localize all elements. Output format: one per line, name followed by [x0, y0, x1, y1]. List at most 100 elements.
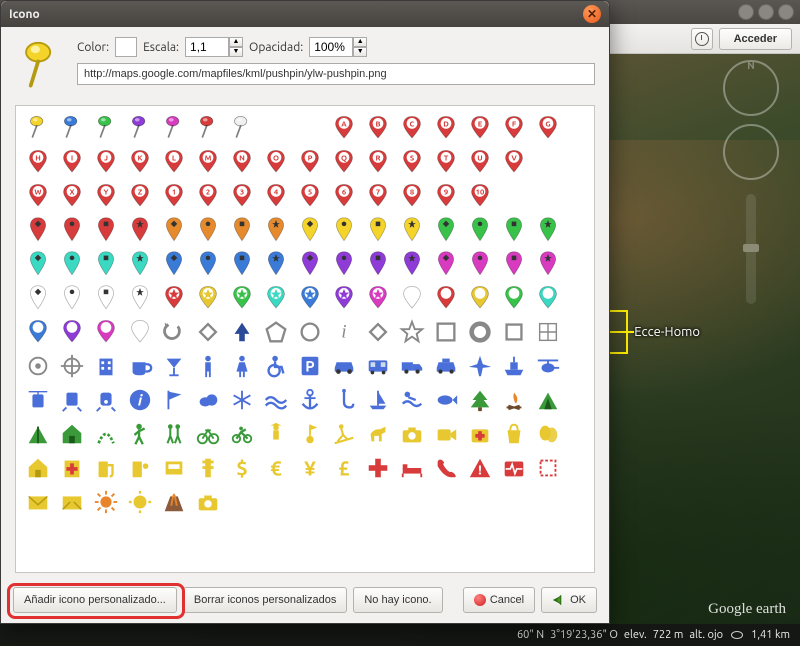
icon-swim[interactable]	[396, 384, 428, 416]
icon-paddle-X[interactable]: X	[56, 180, 88, 212]
icon-blank[interactable]	[260, 112, 292, 144]
icon-blank[interactable]	[532, 146, 564, 178]
icon-paddle-J[interactable]: J	[90, 146, 122, 178]
icon-cloud[interactable]	[192, 384, 224, 416]
icon-pin-star[interactable]	[124, 248, 156, 280]
clear-custom-icons-button[interactable]: Borrar iconos personalizados	[183, 587, 347, 613]
access-button[interactable]: Acceder	[719, 28, 792, 50]
icon-pin-star[interactable]	[260, 248, 292, 280]
icon-water-waves[interactable]	[260, 384, 292, 416]
icon-pin-square[interactable]	[498, 214, 530, 246]
icon-undo[interactable]	[158, 316, 190, 348]
icon-paddle-K[interactable]: K	[124, 146, 156, 178]
icon-paddle-W[interactable]: W	[22, 180, 54, 212]
icon-paddle-N[interactable]: N	[226, 146, 258, 178]
icon-sun2[interactable]	[124, 486, 156, 518]
icon-plus-red[interactable]	[362, 452, 394, 484]
history-button[interactable]	[691, 28, 713, 50]
icon-pin-star[interactable]	[260, 214, 292, 246]
icon-paddle-blank[interactable]	[90, 316, 122, 348]
opacity-down-button[interactable]: ▼	[353, 47, 367, 57]
icon-hook[interactable]	[328, 384, 360, 416]
icon-pushpin-4[interactable]	[158, 112, 190, 144]
icon-restroom-m[interactable]	[192, 350, 224, 382]
icon-donut[interactable]	[464, 316, 496, 348]
icon-pushpin-5[interactable]	[192, 112, 224, 144]
icon-pin-square[interactable]	[90, 248, 122, 280]
icon-rail[interactable]	[56, 384, 88, 416]
icon-paddle-U[interactable]: U	[464, 146, 496, 178]
icon-paddle-M[interactable]: M	[192, 146, 224, 178]
icon-camera-y[interactable]	[396, 418, 428, 450]
icon-bike[interactable]	[192, 418, 224, 450]
icon-camera2[interactable]	[192, 486, 224, 518]
icon-paddle-H[interactable]: H	[22, 146, 54, 178]
icon-heli[interactable]	[532, 350, 564, 382]
icon-stop-outline[interactable]	[430, 316, 462, 348]
icon-paddle-P[interactable]: P	[294, 146, 326, 178]
close-window-icon[interactable]	[778, 4, 794, 20]
opacity-up-button[interactable]: ▲	[353, 37, 367, 47]
icon-cocktail[interactable]	[158, 350, 190, 382]
icon-paddle-E[interactable]: E	[464, 112, 496, 144]
ok-button[interactable]: OK	[541, 587, 597, 613]
icon-warning[interactable]: !	[464, 452, 496, 484]
icon-phone[interactable]	[430, 452, 462, 484]
icon-paddle-blank[interactable]	[532, 282, 564, 314]
icon-paddle-star[interactable]	[226, 282, 258, 314]
icon-grid-scroll[interactable]: ABCDEFGHIJKLMNOPQRSTUVWXYZ12345678910iPi…	[15, 105, 595, 573]
icon-golf[interactable]	[294, 418, 326, 450]
icon-pin-star[interactable]	[532, 214, 564, 246]
icon-paddle-blank[interactable]	[430, 282, 462, 314]
icon-pin-circle[interactable]	[192, 214, 224, 246]
icon-paddle-B[interactable]: B	[362, 112, 394, 144]
icon-pin-diamond[interactable]	[294, 248, 326, 280]
icon-square-outline[interactable]	[498, 316, 530, 348]
icon-bus[interactable]	[362, 350, 394, 382]
icon-pin-circle[interactable]	[464, 248, 496, 280]
icon-pin-circle[interactable]	[192, 248, 224, 280]
icon-pin-star[interactable]	[396, 248, 428, 280]
icon-info-circle[interactable]: i	[124, 384, 156, 416]
icon-paddle-F[interactable]: F	[498, 112, 530, 144]
icon-home-y[interactable]	[22, 452, 54, 484]
icon-paddle-blank[interactable]	[498, 282, 530, 314]
icon-atm[interactable]	[158, 452, 190, 484]
icon-arrow[interactable]	[226, 316, 258, 348]
icon-pin-diamond[interactable]	[22, 248, 54, 280]
icon-ski[interactable]	[328, 418, 360, 450]
icon-paddle-O[interactable]: O	[260, 146, 292, 178]
scale-up-button[interactable]: ▲	[229, 37, 243, 47]
icon-paddle-Y[interactable]: Y	[90, 180, 122, 212]
icon-pin-square[interactable]	[498, 248, 530, 280]
icon-car[interactable]	[328, 350, 360, 382]
scale-input[interactable]	[185, 37, 229, 57]
icon-pin-diamond[interactable]	[430, 248, 462, 280]
icon-ship[interactable]	[498, 350, 530, 382]
icon-wheelchair[interactable]	[260, 350, 292, 382]
icon-pin-circle[interactable]	[56, 282, 88, 314]
icon-crosshair[interactable]	[56, 350, 88, 382]
icon-star-outline[interactable]	[396, 316, 428, 348]
icon-tent-a[interactable]	[532, 384, 564, 416]
pan-ring-icon[interactable]	[723, 124, 779, 180]
scale-down-button[interactable]: ▼	[229, 47, 243, 57]
icon-trail[interactable]	[90, 418, 122, 450]
icon-paddle-G[interactable]: G	[532, 112, 564, 144]
icon-pin-star[interactable]	[396, 214, 428, 246]
icon-paddle-star[interactable]	[260, 282, 292, 314]
icon-tram[interactable]	[22, 384, 54, 416]
icon-pushpin-1[interactable]	[56, 112, 88, 144]
icon-paddle-star[interactable]	[158, 282, 190, 314]
icon-pin-square[interactable]	[226, 248, 258, 280]
opacity-input[interactable]	[309, 37, 353, 57]
no-icon-button[interactable]: No hay icono.	[353, 587, 442, 613]
icon-flag[interactable]	[158, 384, 190, 416]
icon-paddle-V[interactable]: V	[498, 146, 530, 178]
icon-paddle-9[interactable]: 9	[430, 180, 462, 212]
icon-pin-star[interactable]	[124, 214, 156, 246]
icon-polygon[interactable]	[260, 316, 292, 348]
icon-pushpin-3[interactable]	[124, 112, 156, 144]
icon-pin-square[interactable]	[90, 214, 122, 246]
icon-pound[interactable]: £	[328, 452, 360, 484]
